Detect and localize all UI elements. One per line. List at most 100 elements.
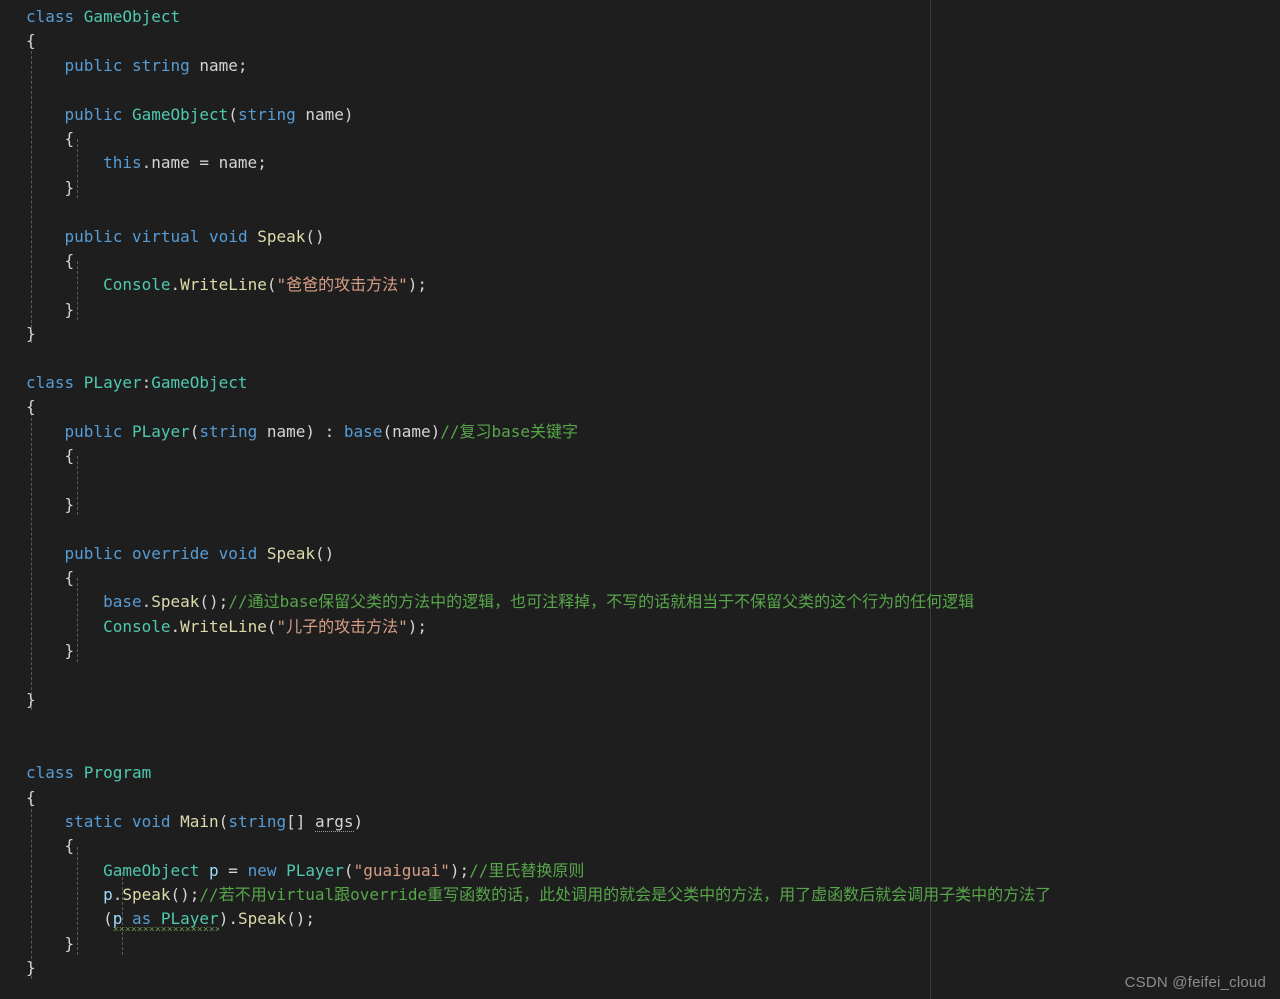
code-line[interactable]: } (0, 956, 1051, 980)
code-line[interactable]: class Program (0, 761, 1051, 785)
token-variable: p (103, 885, 113, 905)
code-line[interactable]: p.Speak();//若不用virtual跟override重写函数的话，此处… (0, 883, 1051, 907)
token-method: WriteLine (180, 616, 267, 636)
token-param: name (305, 104, 344, 124)
token-keyword: class (26, 7, 84, 26)
code-line-blank[interactable] (0, 200, 1051, 224)
token-plain: name; (189, 55, 248, 75)
code-line[interactable]: } (0, 493, 1051, 517)
token-brace: } (26, 324, 36, 344)
token-paren: ); (449, 860, 470, 880)
token-paren: ). (218, 909, 238, 929)
code-line-blank[interactable] (0, 737, 1051, 761)
code-line[interactable]: { (0, 786, 1051, 810)
token-paren: ( (228, 104, 238, 124)
code-line[interactable]: public GameObject(string name) (0, 103, 1051, 127)
code-line-blank[interactable] (0, 517, 1051, 541)
code-editor[interactable]: class GameObject{ public string name; pu… (0, 0, 1280, 999)
token-paren: () (315, 543, 335, 563)
code-line-blank[interactable] (0, 468, 1051, 492)
code-line[interactable]: static void Main(string[] args) (0, 810, 1051, 834)
token-keyword: virtual (131, 226, 200, 246)
token-type: GameObject (131, 104, 229, 124)
csdn-watermark: CSDN @feifei_cloud (1124, 974, 1266, 991)
code-content[interactable]: class GameObject{ public string name; pu… (0, 0, 1051, 981)
token-paren: ( (218, 811, 229, 831)
token-method: Speak (237, 909, 287, 929)
token-keyword: string (228, 811, 287, 831)
token-string: "儿子的攻击方法" (276, 616, 408, 636)
code-line-blank[interactable] (0, 664, 1051, 688)
token-brace: } (26, 177, 75, 197)
code-line[interactable]: public override void Speak() (0, 542, 1051, 566)
code-line[interactable]: { (0, 249, 1051, 273)
code-line[interactable]: } (0, 298, 1051, 322)
token-dot: . (170, 616, 181, 636)
code-line-blank[interactable] (0, 712, 1051, 736)
code-line[interactable]: { (0, 444, 1051, 468)
token-param: name (392, 421, 431, 441)
token-comment: //复习base关键字 (440, 421, 579, 441)
token-brace: { (26, 787, 36, 807)
code-line[interactable]: class PLayer:GameObject (0, 371, 1051, 395)
code-line-blank[interactable] (0, 78, 1051, 102)
code-line[interactable]: } (0, 932, 1051, 956)
code-line[interactable]: { (0, 29, 1051, 53)
code-line[interactable]: Console.WriteLine("儿子的攻击方法"); (0, 615, 1051, 639)
token-type: PLayer (83, 372, 142, 392)
code-line[interactable]: public PLayer(string name) : base(name)/… (0, 420, 1051, 444)
token-paren: ); (407, 275, 428, 295)
code-line[interactable]: (p as PLayer).Speak(); (0, 907, 1051, 931)
code-line[interactable]: } (0, 322, 1051, 346)
code-line[interactable]: base.Speak();//通过base保留父类的方法中的逻辑，也可注释掉，不… (0, 590, 1051, 614)
code-line[interactable]: this.name = name; (0, 151, 1051, 175)
token-paren: (); (199, 592, 229, 612)
code-line[interactable]: { (0, 395, 1051, 419)
token-keyword: static (64, 811, 123, 831)
code-line[interactable]: } (0, 688, 1051, 712)
token-method: Speak (257, 226, 306, 246)
token-keyword: void (218, 543, 258, 563)
code-line[interactable]: class GameObject (0, 5, 1051, 29)
token-paren: ( (382, 421, 393, 441)
code-line[interactable]: { (0, 127, 1051, 151)
token-brace: { (26, 836, 75, 856)
token-keyword: public (64, 104, 123, 124)
token-method: WriteLine (180, 275, 267, 295)
code-line[interactable]: public string name; (0, 54, 1051, 78)
token-brace: } (26, 933, 75, 953)
code-line[interactable]: } (0, 176, 1051, 200)
code-line[interactable]: { (0, 834, 1051, 858)
token-paren: ) (343, 104, 354, 124)
token-unused-param: args (315, 811, 354, 832)
token-method: Speak (266, 543, 316, 563)
code-line[interactable]: GameObject p = new PLayer("guaiguai");//… (0, 859, 1051, 883)
code-line-blank[interactable] (0, 346, 1051, 370)
code-line[interactable]: } (0, 639, 1051, 663)
code-line[interactable]: Console.WriteLine("爸爸的攻击方法"); (0, 273, 1051, 297)
token-keyword: public (64, 55, 123, 75)
code-line[interactable]: public virtual void Speak() (0, 225, 1051, 249)
token-dot: . (170, 275, 181, 295)
token-type: GameObject (83, 7, 181, 26)
token-type: PLayer (286, 860, 344, 880)
code-line[interactable]: { (0, 566, 1051, 590)
token-colon: : (141, 372, 152, 392)
token-plain: .name = (141, 153, 219, 173)
token-paren: ) (430, 421, 441, 441)
